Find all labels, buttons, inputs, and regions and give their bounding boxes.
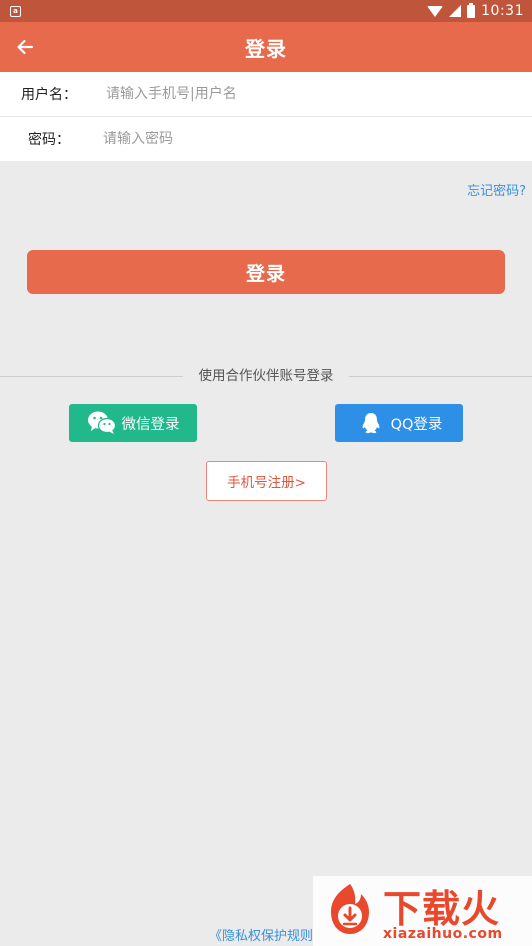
forgot-password-link[interactable]: 忘记密码? [467, 180, 526, 199]
wifi-icon [427, 5, 444, 17]
status-bar: a 10:31 [0, 0, 532, 22]
username-label: 用户名： [21, 87, 77, 103]
watermark-title: 下载火 [383, 887, 501, 931]
qq-login-button[interactable]: QQ登录 [335, 404, 463, 442]
qq-login-label: QQ登录 [390, 416, 443, 433]
watermark-logo: 下载火 xiazaihuo.com [313, 876, 532, 946]
back-button[interactable] [10, 32, 40, 62]
password-label: 密码： [28, 132, 70, 148]
login-button[interactable]: 登录 [27, 250, 505, 294]
username-input[interactable] [106, 86, 406, 102]
app-bar: 登录 [0, 22, 532, 72]
password-row: 密码： [0, 117, 532, 161]
flame-download-icon [331, 884, 369, 934]
signal-icon [449, 5, 462, 17]
arrow-left-icon [17, 39, 34, 55]
wechat-login-label: 微信登录 [121, 416, 180, 433]
username-row: 用户名： [0, 72, 532, 117]
battery-icon [467, 2, 476, 18]
qq-penguin-icon [356, 410, 386, 436]
wechat-login-button[interactable]: 微信登录 [69, 404, 197, 442]
wechat-icon [87, 410, 117, 436]
status-time: 10:31 [481, 3, 524, 19]
partner-login-label: 使用合作伙伴账号登录 [183, 366, 349, 386]
password-input[interactable] [103, 131, 403, 147]
page-title: 登录 [245, 36, 287, 61]
notification-icon: a [10, 5, 21, 17]
watermark-url: xiazaihuo.com [383, 926, 503, 942]
phone-register-button[interactable]: 手机号注册> [206, 461, 327, 501]
privacy-policy-link[interactable]: 《隐私权保护规则 [209, 925, 313, 944]
